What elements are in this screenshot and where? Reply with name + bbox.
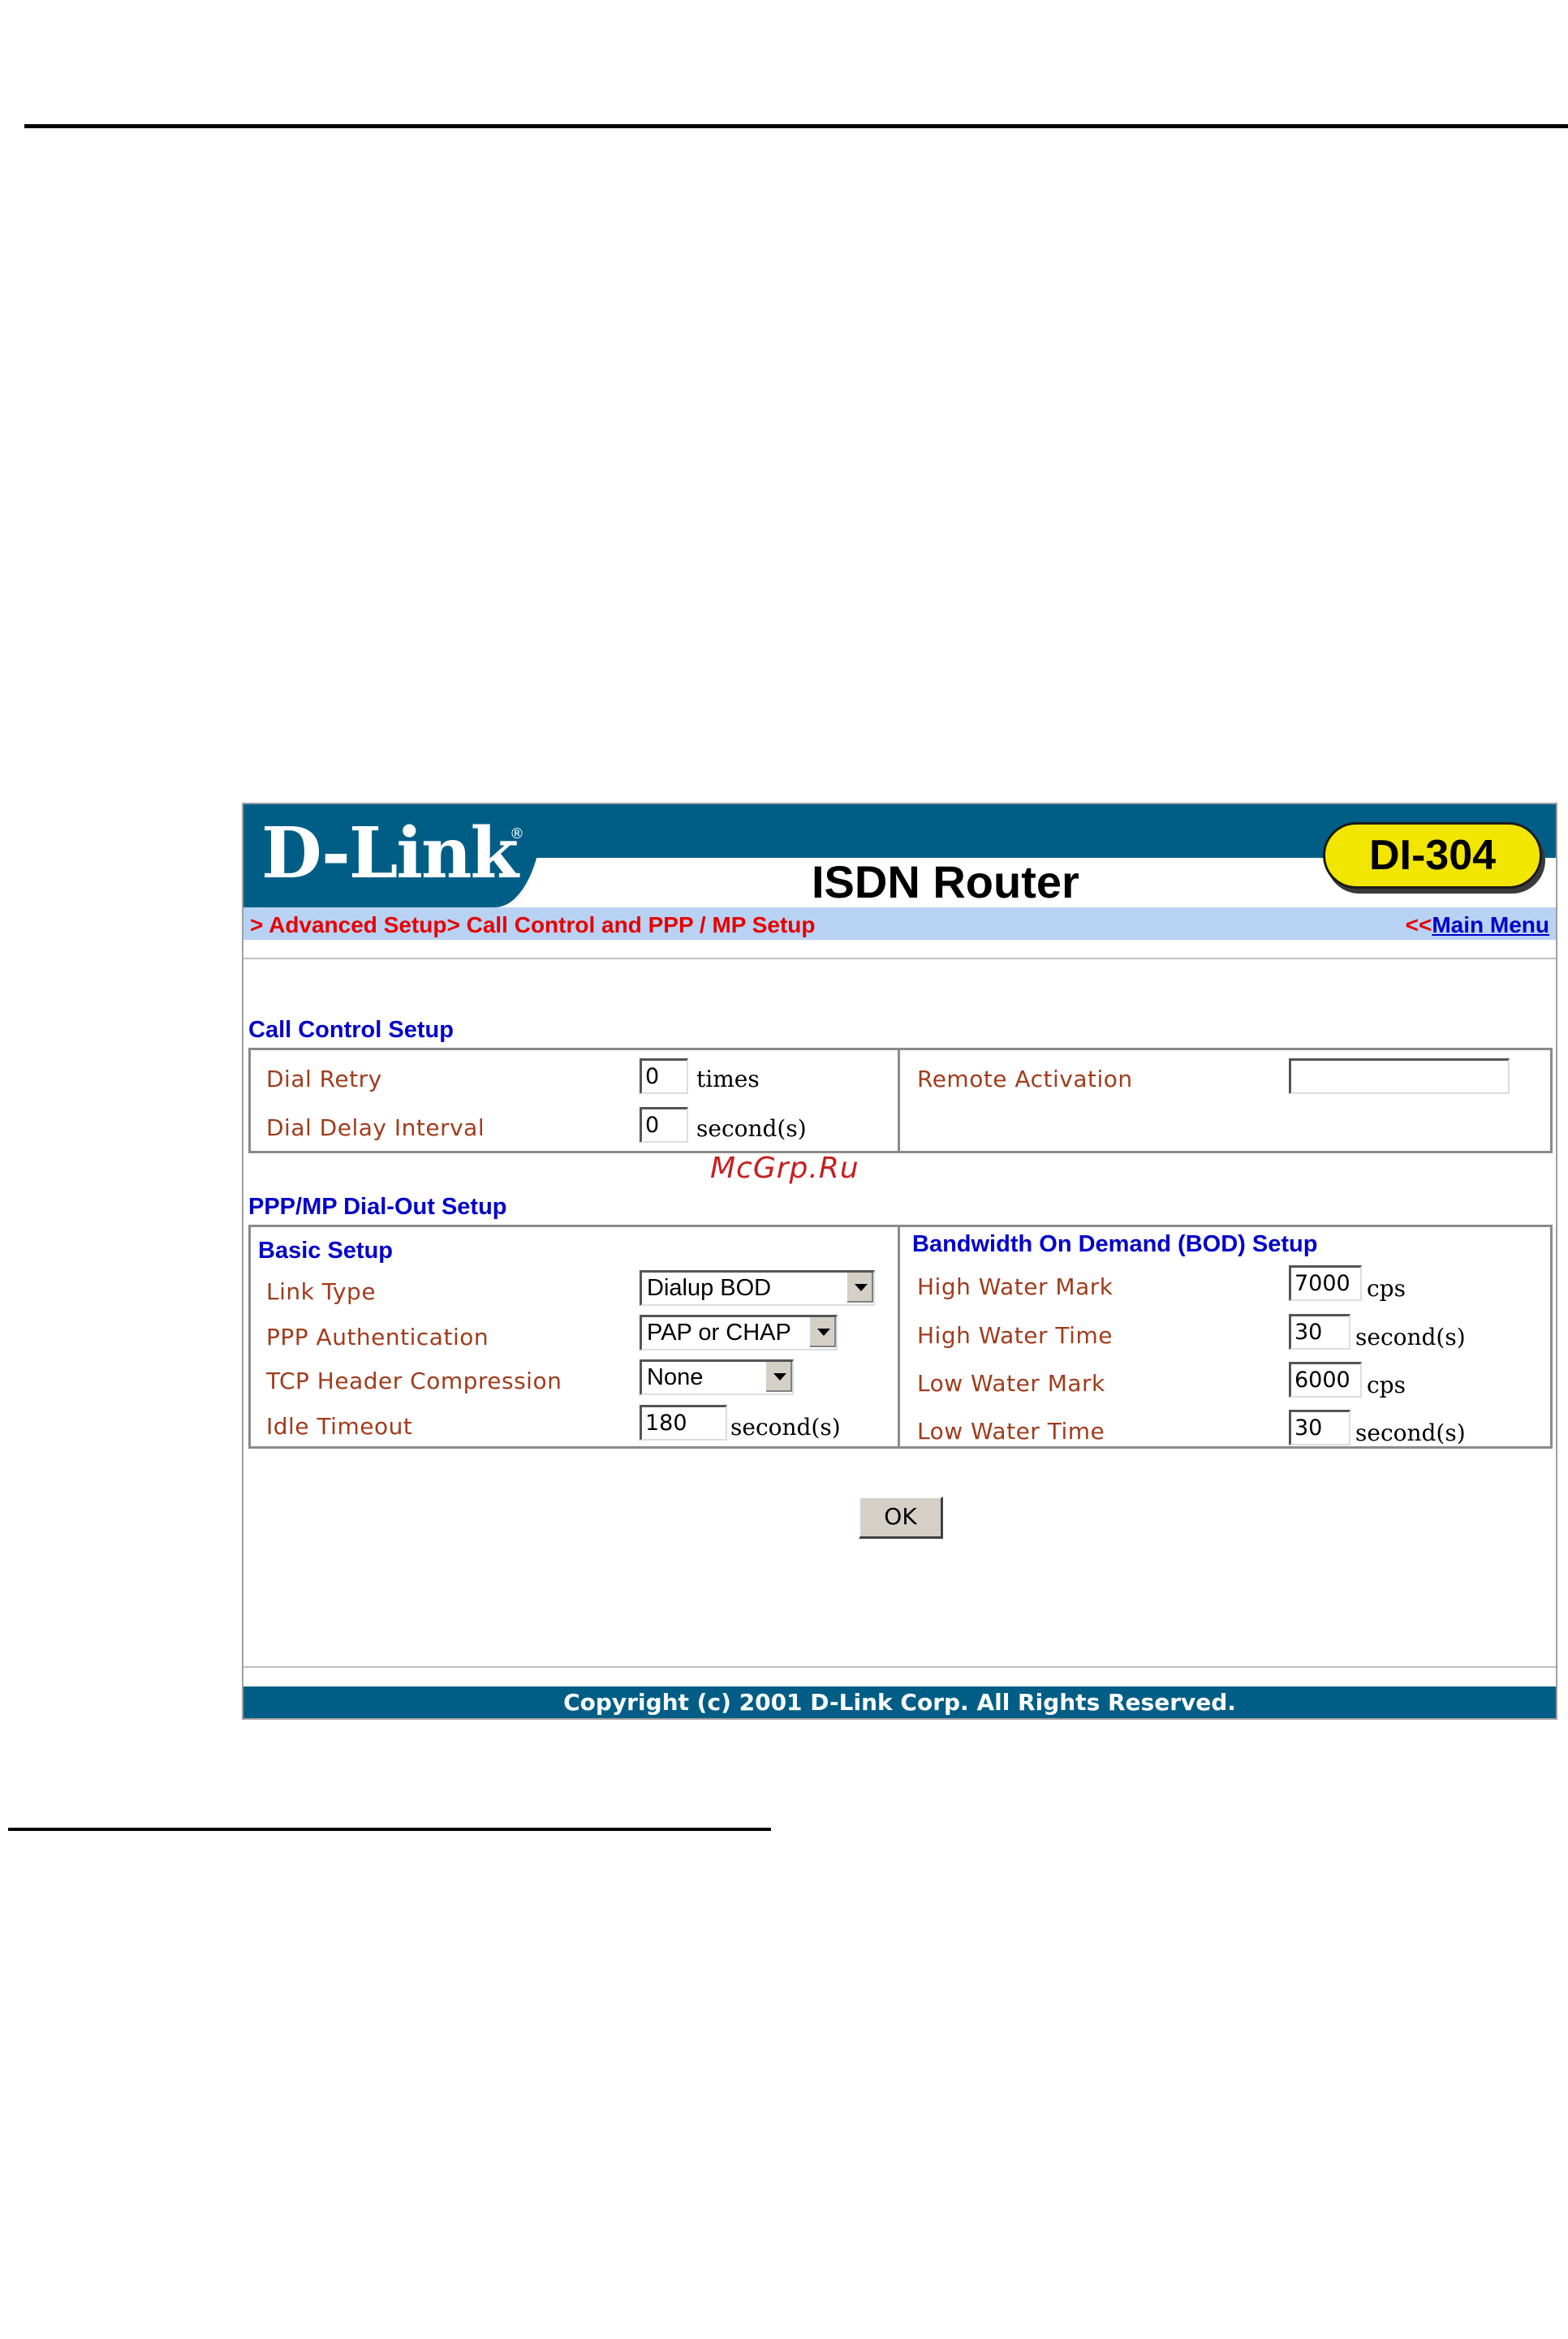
dial-delay-label: Dial Delay Interval [266,1114,485,1141]
idle-timeout-unit: second(s) [730,1414,841,1441]
copyright-text: Copyright (c) 2001 D-Link Corp. All Righ… [563,1689,1236,1716]
dial-delay-input[interactable]: 0 [640,1107,688,1143]
ppp-auth-select[interactable]: PAP or CHAP [640,1315,838,1350]
product-title: ISDN Router [812,856,1079,907]
low-water-time-label: Low Water Time [917,1418,1105,1445]
tcp-compression-value: None [647,1364,704,1390]
model-label: DI-304 [1368,832,1497,879]
tcp-compression-label: TCP Header Compression [266,1368,562,1394]
main-menu-link[interactable]: Main Menu [1432,912,1549,937]
ppp-auth-label: PPP Authentication [266,1324,489,1350]
link-type-label: Link Type [266,1278,377,1305]
logo-plate: D-Link ® [243,804,544,907]
high-water-time-unit: second(s) [1355,1324,1466,1350]
dial-delay-unit: second(s) [696,1115,807,1142]
footer-bar: Copyright (c) 2001 D-Link Corp. All Righ… [243,1686,1556,1718]
dlink-logo: D-Link [261,812,519,894]
watermark: McGrp.Ru [710,1152,859,1185]
call-control-title: Call Control Setup [248,1017,454,1043]
remote-activation-input[interactable] [1289,1058,1510,1094]
divider [243,1666,1556,1668]
idle-timeout-label: Idle Timeout [266,1413,413,1440]
breadcrumb-bar: > Advanced Setup> Call Control and PPP /… [243,907,1556,940]
low-water-time-unit: second(s) [1355,1419,1466,1446]
low-water-mark-input[interactable]: 6000 [1289,1362,1362,1398]
low-water-time-input[interactable]: 30 [1289,1410,1350,1445]
link-type-select[interactable]: Dialup BOD [640,1270,875,1306]
bod-setup-title: Bandwidth On Demand (BOD) Setup [912,1231,1318,1257]
high-water-time-label: High Water Time [917,1322,1113,1349]
header-banner: D-Link ® ISDN Router DI-304 [243,804,1556,907]
tcp-compression-select[interactable]: None [640,1359,794,1395]
low-water-mark-unit: cps [1367,1372,1406,1398]
dropdown-arrow-icon[interactable] [846,1273,873,1303]
high-water-mark-input[interactable]: 7000 [1289,1265,1362,1301]
dropdown-arrow-icon[interactable] [808,1317,836,1347]
main-menu-nav: <<Main Menu [1406,912,1549,938]
breadcrumb: > Advanced Setup> Call Control and PPP /… [250,912,816,937]
panel-divider [898,1225,900,1449]
link-type-value: Dialup BOD [647,1275,772,1301]
registered-mark-icon: ® [510,825,524,842]
router-config-window: D-Link ® ISDN Router DI-304 > Advanced S… [242,803,1557,1720]
ppp-mp-title: PPP/MP Dial-Out Setup [248,1194,507,1220]
back-arrows-icon: << [1405,912,1432,937]
top-page-rule [24,124,1568,128]
dial-retry-label: Dial Retry [266,1066,382,1092]
remote-activation-label: Remote Activation [917,1066,1133,1092]
dropdown-arrow-icon[interactable] [765,1362,792,1392]
high-water-mark-label: High Water Mark [917,1273,1114,1300]
dial-retry-input[interactable]: 0 [640,1058,688,1094]
model-badge: DI-304 [1323,822,1542,889]
ppp-auth-value: PAP or CHAP [647,1320,791,1346]
dial-retry-unit: times [696,1066,760,1092]
high-water-time-input[interactable]: 30 [1289,1314,1350,1350]
bottom-page-rule [8,1828,771,1831]
ok-button[interactable]: OK [859,1497,943,1539]
basic-setup-title: Basic Setup [258,1238,393,1264]
low-water-mark-label: Low Water Mark [917,1370,1105,1397]
divider [243,958,1556,959]
panel-divider [898,1048,900,1153]
high-water-mark-unit: cps [1367,1275,1406,1302]
idle-timeout-input[interactable]: 180 [640,1405,727,1441]
